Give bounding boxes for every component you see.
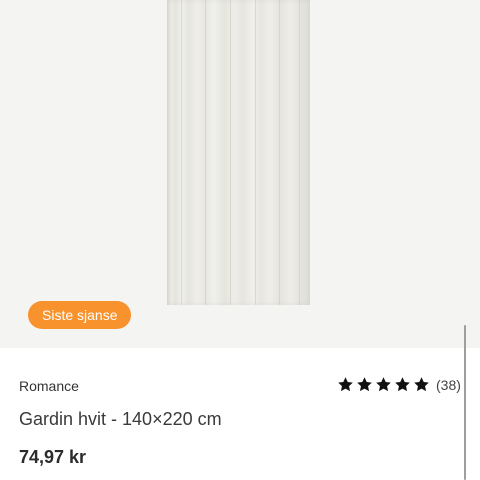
star-icon [394,376,411,393]
star-icon [375,376,392,393]
product-title[interactable]: Gardin hvit - 140×220 cm [19,409,222,430]
curtain-product-image[interactable] [167,0,310,305]
product-rating[interactable]: (38) [337,376,461,393]
product-image-area[interactable]: Siste sjanse [0,0,480,348]
rating-count: (38) [436,376,461,393]
rating-stars [337,376,430,393]
sale-badge: Siste sjanse [28,301,132,329]
star-icon [413,376,430,393]
star-icon [356,376,373,393]
scrollbar[interactable] [464,325,466,480]
product-brand[interactable]: Romance [19,378,79,394]
product-price: 74,97 kr [19,447,87,467]
star-icon [337,376,354,393]
